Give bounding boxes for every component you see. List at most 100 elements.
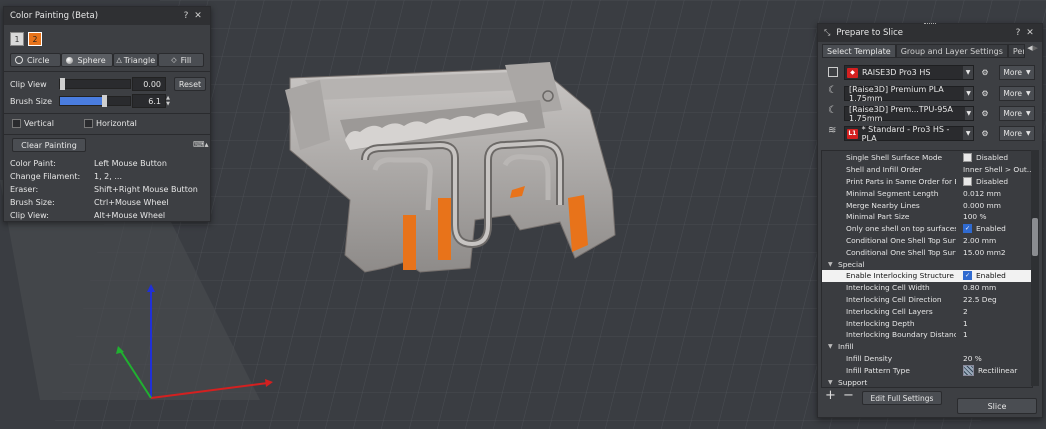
settings-row[interactable]: Interlocking Depth 1 <box>822 317 1032 329</box>
brush-size-stepper[interactable]: ▲ ▼ <box>164 95 172 107</box>
printer-value: RAISE3D Pro3 HS <box>862 68 931 77</box>
settings-row[interactable]: Print Parts in Same Order for E... Disabl… <box>822 176 1032 188</box>
help-icon[interactable]: ? <box>1012 28 1024 38</box>
setting-value: Disabled <box>976 153 1009 163</box>
help-icon[interactable]: ? <box>180 11 192 21</box>
setting-checkbox[interactable] <box>963 153 972 163</box>
mode-sphere-button[interactable]: Sphere <box>61 53 113 67</box>
settings-row[interactable]: Conditional One Shell Top Surf... 15.00 m… <box>822 246 1032 258</box>
clip-view-handle[interactable] <box>60 78 65 90</box>
filament-1-button[interactable]: 1 <box>10 32 24 46</box>
settings-tree[interactable]: Single Shell Surface Mode Disabled Shell a… <box>821 150 1033 388</box>
setting-value-cell[interactable]: 1 <box>963 319 1032 328</box>
setting-value-cell[interactable]: Disabled <box>963 153 1032 163</box>
setting-checkbox[interactable] <box>963 176 972 186</box>
setting-name: Enable Interlocking Structure <box>846 271 954 281</box>
gear-icon[interactable]: ⚙ <box>979 127 991 139</box>
settings-row[interactable]: Interlocking Cell Width 0.80 mm <box>822 282 1032 294</box>
settings-category[interactable]: ▼ Infill <box>822 341 1032 353</box>
setting-value: 22.5 Deg <box>963 294 997 304</box>
settings-row[interactable]: Minimal Part Size 100 % <box>822 211 1032 223</box>
expand-arrow-icon[interactable]: ▼ <box>828 343 833 350</box>
vertical-label: Vertical <box>24 118 54 128</box>
settings-row[interactable]: Merge Nearby Lines 0.000 mm <box>822 199 1032 211</box>
clear-painting-button[interactable]: Clear Painting <box>12 138 86 152</box>
settings-row[interactable]: Interlocking Cell Layers 2 <box>822 305 1032 317</box>
tab-select-template[interactable]: Select Template <box>822 44 896 58</box>
setting-value-cell[interactable]: 100 % <box>963 212 1032 221</box>
close-icon[interactable]: ✕ <box>1024 28 1036 38</box>
tab-scroll-right-icon[interactable]: ▶ <box>1033 44 1038 57</box>
tab-per-model[interactable]: Per-Model <box>1007 44 1026 58</box>
setting-value-cell[interactable]: Disabled <box>963 176 1032 186</box>
tab-group-layer[interactable]: Group and Layer Settings <box>895 44 1008 58</box>
expand-arrow-icon[interactable]: ▼ <box>828 261 833 268</box>
settings-row[interactable]: Only one shell on top surfaces ✓ Enabled <box>822 223 1032 235</box>
brush-size-handle[interactable] <box>102 95 107 107</box>
filament-2-label: 2 <box>32 34 38 44</box>
expand-arrow-icon[interactable]: ▼ <box>828 379 833 386</box>
setting-value-cell[interactable]: 22.5 Deg <box>963 294 1032 304</box>
settings-row[interactable]: Interlocking Cell Direction 22.5 Deg <box>822 294 1032 306</box>
settings-category[interactable]: ▼ Support <box>822 376 1032 387</box>
collapse-icon[interactable]: ⤡ <box>824 28 830 38</box>
color-painting-titlebar[interactable]: Color Painting (Beta) ? ✕ <box>4 7 210 25</box>
mode-circle-button[interactable]: Circle <box>10 53 62 67</box>
settings-row[interactable]: Interlocking Boundary Distance 1 <box>822 329 1032 341</box>
setting-value-cell[interactable]: Inner Shell > Out... <box>963 165 1032 174</box>
settings-row[interactable]: Shell and Infill Order Inner Shell > Out.… <box>822 164 1032 176</box>
filament-1-more-button[interactable]: More ▼ <box>999 86 1035 101</box>
setting-value-cell[interactable]: 15.00 mm2 <box>963 248 1032 257</box>
clip-view-input[interactable]: 0.00 <box>132 77 166 91</box>
setting-value-cell[interactable]: 20 % <box>963 354 1032 363</box>
filament-2-button[interactable]: 2 <box>28 32 42 46</box>
profile-more-button[interactable]: More ▼ <box>999 126 1035 141</box>
gear-icon[interactable]: ⚙ <box>979 66 991 78</box>
setting-value-cell[interactable]: Rectilinear <box>963 364 1032 376</box>
drag-handle[interactable] <box>924 23 936 27</box>
settings-row[interactable]: Enable Interlocking Structure ✓ Enabled <box>822 270 1032 282</box>
settings-row[interactable]: Single Shell Surface Mode Disabled <box>822 152 1032 164</box>
filament-2-select[interactable]: [Raise3D] Prem...TPU-95A 1.75mm ▼ <box>844 105 974 123</box>
remove-button[interactable]: − <box>843 388 854 403</box>
settings-scrollbar[interactable] <box>1031 150 1039 386</box>
gear-icon[interactable]: ⚙ <box>979 87 991 99</box>
horizontal-checkbox[interactable] <box>84 118 93 128</box>
scrollbar-thumb[interactable] <box>1032 218 1038 256</box>
brush-size-slider[interactable] <box>59 95 131 107</box>
settings-row[interactable]: Infill Pattern Type Rectilinear <box>822 364 1032 376</box>
slice-button[interactable]: Slice <box>957 398 1037 414</box>
reset-label: Reset <box>178 79 202 89</box>
settings-row[interactable]: Conditional One Shell Top Surf... 2.00 mm <box>822 235 1032 247</box>
setting-value-cell[interactable]: 0.80 mm <box>963 283 1032 292</box>
add-button[interactable]: + <box>825 388 836 403</box>
vertical-checkbox[interactable] <box>12 118 21 128</box>
setting-value-cell[interactable]: 2.00 mm <box>963 236 1032 245</box>
edit-full-settings-button[interactable]: Edit Full Settings <box>862 391 942 405</box>
setting-value-cell[interactable]: ✓ Enabled <box>963 224 1032 234</box>
mode-triangle-button[interactable]: △ Triangle <box>112 53 159 67</box>
clip-view-slider[interactable] <box>59 78 131 90</box>
filament-1-select[interactable]: [Raise3D] Premium PLA 1.75mm ▼ <box>844 85 974 103</box>
brush-size-input[interactable]: 6.1 <box>132 94 166 108</box>
setting-value-cell[interactable]: 2 <box>963 307 1032 316</box>
setting-checkbox[interactable]: ✓ <box>963 271 972 281</box>
printer-select[interactable]: ◆ RAISE3D Pro3 HS ▼ <box>844 65 974 80</box>
settings-row[interactable]: Minimal Segment Length 0.012 mm <box>822 187 1032 199</box>
gear-icon[interactable]: ⚙ <box>979 107 991 119</box>
settings-category[interactable]: ▼ Special <box>822 258 1032 270</box>
reset-button[interactable]: Reset <box>174 77 206 91</box>
setting-value-cell[interactable]: ✓ Enabled <box>963 271 1032 281</box>
close-icon[interactable]: ✕ <box>192 11 204 21</box>
setting-value-cell[interactable]: 0.000 mm <box>963 201 1032 210</box>
setting-checkbox[interactable]: ✓ <box>963 224 972 234</box>
filament-2-more-button[interactable]: More ▼ <box>999 106 1035 121</box>
profile-select[interactable]: L1 * Standard - Pro3 HS - PLA ▼ <box>844 125 974 143</box>
keyboard-icon[interactable]: ⌨▴ <box>193 140 209 149</box>
mode-fill-button[interactable]: ◇ Fill <box>158 53 204 67</box>
clear-painting-label: Clear Painting <box>21 140 77 150</box>
setting-value-cell[interactable]: 0.012 mm <box>963 189 1032 198</box>
printer-more-button[interactable]: More ▼ <box>999 65 1035 80</box>
settings-row[interactable]: Infill Density 20 % <box>822 353 1032 365</box>
setting-value-cell[interactable]: 1 <box>963 330 1032 339</box>
